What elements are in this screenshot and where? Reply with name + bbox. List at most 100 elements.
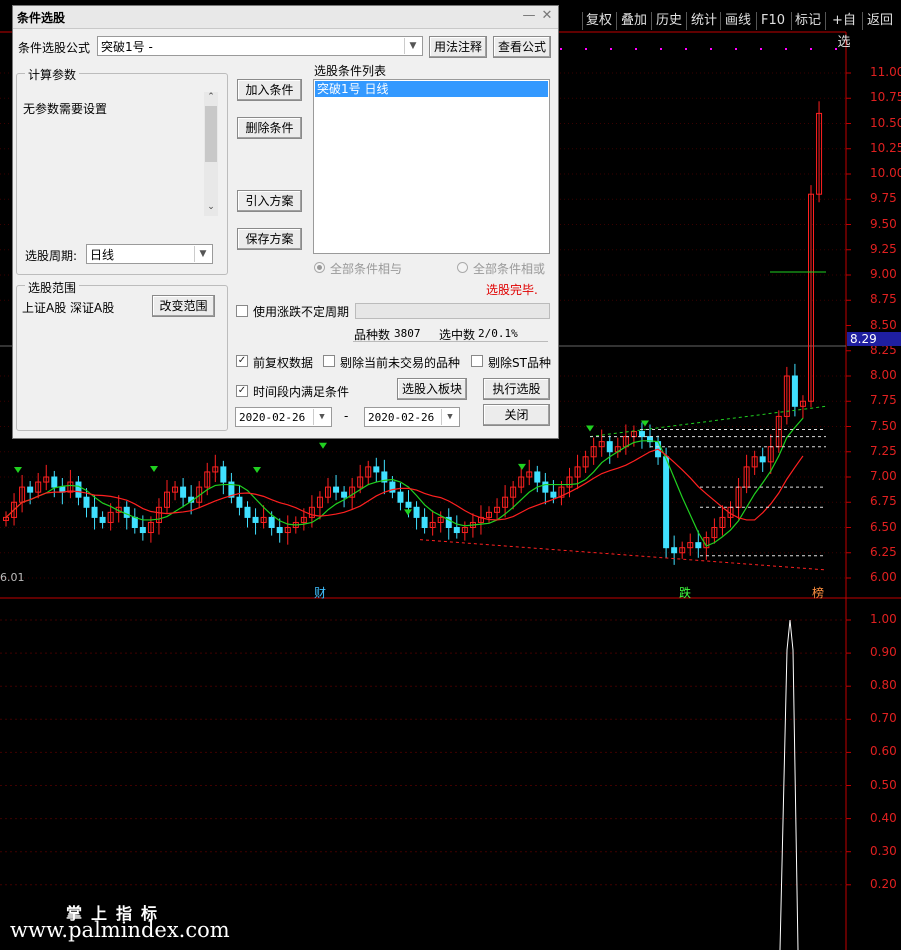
period-label: 选股周期: <box>25 249 78 263</box>
scroll-thumb[interactable] <box>205 106 217 162</box>
price-tick-label: 8.00 <box>870 368 897 382</box>
price-tick-label: 6.75 <box>870 494 897 509</box>
condition-stock-picker-dialog: 条件选股 — ✕ 条件选股公式 突破1号 - ▼ 用法注释 查看公式 计算参数 … <box>12 5 559 439</box>
price-tick-label: 9.50 <box>870 216 897 231</box>
variable-period-label[interactable]: 使用涨跌不定周期 <box>253 303 349 320</box>
formula-select[interactable]: 突破1号 - ▼ <box>97 36 423 56</box>
dialog-title: 条件选股 <box>17 11 66 25</box>
price-tick-label: 6.25 <box>870 544 897 559</box>
signal-dot <box>660 48 662 50</box>
range-group-label: 选股范围 <box>25 279 80 296</box>
toolbar-item-0[interactable]: 复权 <box>584 10 614 32</box>
chevron-down-icon[interactable]: ▼ <box>441 409 458 425</box>
candle-body <box>341 491 348 498</box>
toolbar-item-3[interactable]: 统计 <box>688 10 720 32</box>
toolbar-item-5[interactable]: F10 <box>758 10 788 32</box>
indicator-spike <box>779 619 799 950</box>
selected-value: 2/0.1% <box>478 327 518 340</box>
close-button[interactable]: 关闭 <box>483 404 550 426</box>
price-tick-label: 6.50 <box>870 519 897 534</box>
time-range-label[interactable]: 时间段内满足条件 <box>253 383 349 400</box>
radio-and-label[interactable]: 全部条件相与 <box>330 260 402 277</box>
price-tick-label: 7.75 <box>870 393 897 408</box>
candle-body <box>51 476 58 488</box>
toolbar-item-7[interactable]: +自选 <box>827 10 861 50</box>
price-tick-label: 7.50 <box>870 418 897 433</box>
candle-body <box>75 481 82 498</box>
toolbar-item-8[interactable]: 返回 <box>864 10 896 32</box>
period-select[interactable]: 日线 ▼ <box>86 244 213 264</box>
scroll-up-icon[interactable]: ⌃ <box>204 92 218 106</box>
save-plan-button[interactable]: 保存方案 <box>237 228 302 250</box>
remove-suspended-label[interactable]: 剔除当前未交易的品种 <box>340 354 460 371</box>
condition-list[interactable]: 突破1号 日线 <box>313 79 550 254</box>
run-selection-button[interactable]: 执行选股 <box>483 378 550 400</box>
remove-suspended-checkbox[interactable] <box>323 355 335 367</box>
price-tick-label: 10.50 <box>870 115 901 130</box>
radio-and[interactable] <box>314 262 325 273</box>
close-icon[interactable]: ✕ <box>540 9 554 23</box>
candle-body <box>139 527 146 534</box>
toolbar-item-4[interactable]: 画线 <box>722 10 754 32</box>
scroll-down-icon[interactable]: ⌄ <box>204 202 218 216</box>
signal-dot <box>635 48 637 50</box>
delete-condition-button[interactable]: 删除条件 <box>237 117 302 139</box>
candle-body <box>252 516 259 523</box>
toolbar-item-2[interactable]: 历史 <box>653 10 685 32</box>
candle-body <box>99 516 106 523</box>
signal-dot <box>710 48 712 50</box>
pre-rights-label[interactable]: 前复权数据 <box>253 354 313 371</box>
buy-signal-arrow-icon <box>518 463 526 470</box>
date-to-input[interactable]: 2020-02-26 ▼ <box>364 407 460 427</box>
date-separator: - <box>344 409 349 423</box>
chevron-down-icon[interactable]: ▼ <box>404 38 421 54</box>
change-range-button[interactable]: 改变范围 <box>152 295 215 317</box>
buy-signal-arrow-icon <box>319 442 327 449</box>
params-scrollbar[interactable]: ⌃ ⌄ <box>204 92 218 216</box>
candle-body <box>220 466 227 483</box>
current-price-tag: 8.29 <box>847 332 901 346</box>
radio-or[interactable] <box>457 262 468 273</box>
candle-body <box>83 496 90 508</box>
candle-body <box>759 456 766 463</box>
toolbar-item-6[interactable]: 标记 <box>793 10 823 32</box>
event-marker-die[interactable]: 跌 <box>679 584 691 601</box>
price-tick-label: 6.00 <box>870 570 897 584</box>
remove-st-label[interactable]: 剔除ST品种 <box>488 354 551 371</box>
date-from-input[interactable]: 2020-02-26 ▼ <box>235 407 332 427</box>
price-tick-label: 7.00 <box>870 469 897 483</box>
indicator-tick-label: 0.20 <box>870 876 897 891</box>
toolbar-item-1[interactable]: 叠加 <box>618 10 650 32</box>
pre-rights-checkbox[interactable]: ✓ <box>236 355 248 367</box>
candle-body <box>663 456 670 549</box>
toolbar-separator <box>756 12 757 30</box>
toolbar-separator <box>862 12 863 30</box>
remove-st-checkbox[interactable] <box>471 355 483 367</box>
candle-body <box>542 481 549 493</box>
price-tick-label: 10.25 <box>870 140 901 155</box>
import-plan-button[interactable]: 引入方案 <box>237 190 302 212</box>
signal-dot <box>810 48 812 50</box>
support-trend-line <box>419 539 827 571</box>
chevron-down-icon[interactable]: ▼ <box>194 246 211 262</box>
chevron-down-icon[interactable]: ▼ <box>313 409 330 425</box>
view-formula-button[interactable]: 查看公式 <box>493 36 551 58</box>
condition-list-item[interactable]: 突破1号 日线 <box>315 81 548 97</box>
time-range-checkbox[interactable]: ✓ <box>236 385 248 397</box>
usage-notes-button[interactable]: 用法注释 <box>429 36 487 58</box>
minimize-icon[interactable]: — <box>522 9 536 23</box>
radio-or-label[interactable]: 全部条件相或 <box>473 260 545 277</box>
signal-dot <box>685 48 687 50</box>
add-condition-button[interactable]: 加入条件 <box>237 79 302 101</box>
dialog-titlebar[interactable]: 条件选股 — ✕ <box>13 6 558 29</box>
event-marker-bang[interactable]: 榜 <box>812 584 824 601</box>
candle-body <box>413 506 420 518</box>
formula-value: 突破1号 - <box>101 40 153 54</box>
date-to-value: 2020-02-26 <box>368 411 435 424</box>
variable-period-checkbox[interactable] <box>236 305 248 317</box>
candle-body <box>606 441 613 453</box>
event-marker-cai[interactable]: 财 <box>314 584 326 601</box>
candle-body <box>397 491 404 503</box>
indicator-tick-label: 0.70 <box>870 711 897 726</box>
to-block-button[interactable]: 选股入板块 <box>397 378 467 400</box>
